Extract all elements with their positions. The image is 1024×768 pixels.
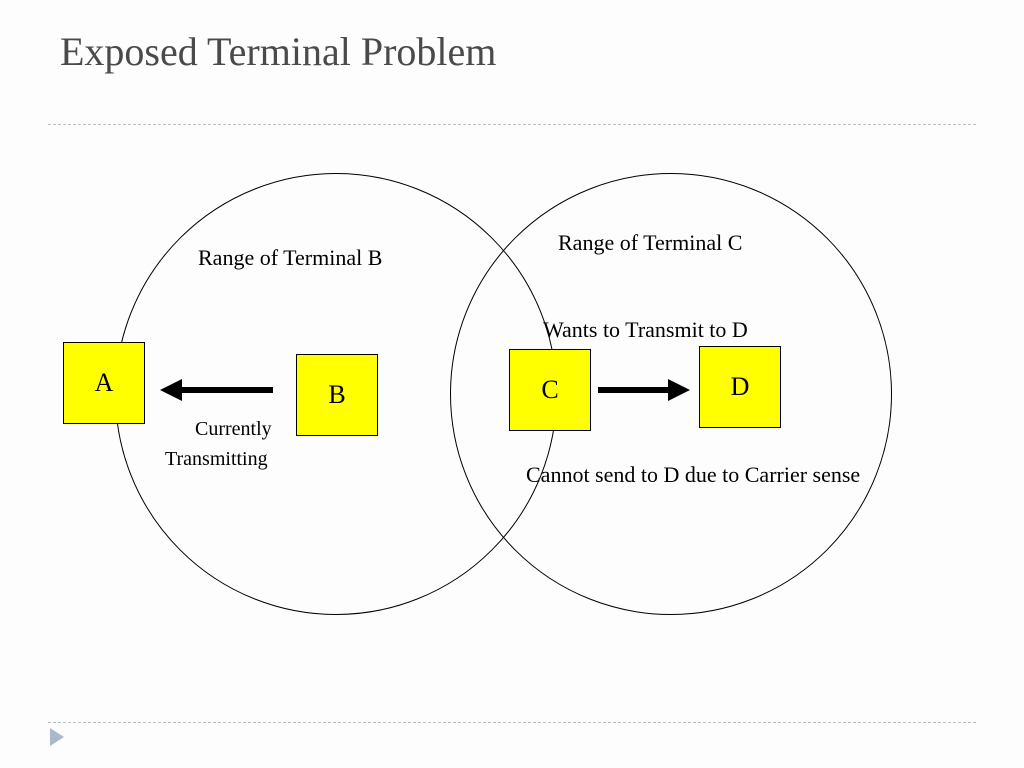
node-d: D [699,346,781,428]
diagram: Range of Terminal B Range of Terminal C … [0,0,1024,768]
node-a: A [63,342,145,424]
label-range-c: Range of Terminal C [558,230,742,256]
label-transmitting: Transmitting [165,448,268,471]
slide: Exposed Terminal Problem Range of Termin… [0,0,1024,768]
divider-bottom [48,722,976,723]
label-currently: Currently [195,418,272,441]
node-b: B [296,354,378,436]
label-cannot: Cannot send to D due to Carrier sense [526,462,860,488]
node-c: C [509,349,591,431]
label-range-b: Range of Terminal B [198,245,382,271]
label-wants: Wants to Transmit to D [543,317,748,343]
play-icon [50,728,64,746]
